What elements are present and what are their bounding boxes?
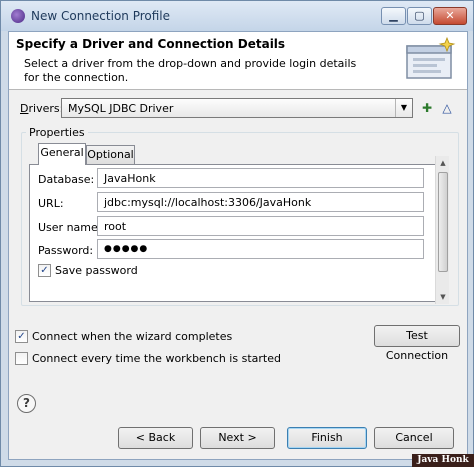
- username-field[interactable]: root: [97, 216, 424, 236]
- scroll-thumb[interactable]: [438, 172, 448, 272]
- database-label: Database:: [38, 173, 95, 186]
- dialog-window: New Connection Profile ▁ ▢ ✕ Specify a D…: [0, 0, 474, 467]
- connect-when-complete-label[interactable]: Connect when the wizard completes: [32, 330, 232, 343]
- drivers-label-rest: rivers:: [28, 102, 64, 115]
- tab-optional[interactable]: Optional: [86, 145, 135, 165]
- password-label: Password:: [38, 244, 94, 257]
- minimize-button[interactable]: ▁: [381, 7, 406, 25]
- maximize-button[interactable]: ▢: [407, 7, 432, 25]
- wizard-banner-icon: [406, 36, 456, 79]
- window-title: New Connection Profile: [31, 9, 171, 23]
- new-driver-icon[interactable]: ✚: [419, 100, 435, 116]
- page-title: Specify a Driver and Connection Details: [16, 37, 286, 51]
- properties-scrollbar[interactable]: ▲ ▼: [435, 156, 449, 304]
- chevron-down-icon[interactable]: ▼: [395, 99, 412, 117]
- drivers-label: Drivers:: [20, 102, 63, 115]
- database-field[interactable]: JavaHonk: [97, 168, 424, 188]
- page-description: Select a driver from the drop-down and p…: [24, 57, 357, 84]
- url-label: URL:: [38, 197, 64, 210]
- dialog-client-area: Specify a Driver and Connection Details …: [8, 31, 468, 460]
- back-button[interactable]: < Back: [118, 427, 193, 449]
- tab-general[interactable]: General: [38, 143, 86, 165]
- username-label: User name:: [38, 221, 102, 234]
- driver-select[interactable]: MySQL JDBC Driver ▼: [61, 98, 413, 118]
- finish-button[interactable]: Finish: [287, 427, 367, 449]
- next-button[interactable]: Next >: [200, 427, 275, 449]
- eclipse-app-icon: [11, 9, 25, 23]
- edit-driver-icon[interactable]: △: [439, 100, 455, 116]
- connect-every-time-checkbox[interactable]: [15, 352, 28, 365]
- help-icon[interactable]: ?: [17, 394, 36, 413]
- scroll-up-arrow-icon[interactable]: ▲: [436, 156, 450, 170]
- url-field[interactable]: jdbc:mysql://localhost:3306/JavaHonk: [97, 192, 424, 212]
- watermark-label: Java Honk: [412, 454, 474, 467]
- driver-select-value: MySQL JDBC Driver: [68, 102, 174, 115]
- wizard-header: Specify a Driver and Connection Details …: [9, 32, 467, 90]
- test-connection-button[interactable]: Test Connection: [374, 325, 460, 362]
- connect-when-complete-checkbox[interactable]: ✓: [15, 330, 28, 343]
- properties-group-label: Properties: [26, 126, 88, 139]
- cancel-button[interactable]: Cancel: [374, 427, 454, 449]
- scroll-down-arrow-icon[interactable]: ▼: [436, 290, 450, 304]
- close-button[interactable]: ✕: [433, 7, 467, 25]
- connect-every-time-label[interactable]: Connect every time the workbench is star…: [32, 352, 281, 365]
- title-bar[interactable]: New Connection Profile ▁ ▢ ✕: [1, 1, 473, 31]
- save-password-checkbox[interactable]: ✓: [38, 264, 51, 277]
- password-field[interactable]: ●●●●●: [97, 239, 424, 259]
- save-password-label[interactable]: Save password: [55, 264, 138, 277]
